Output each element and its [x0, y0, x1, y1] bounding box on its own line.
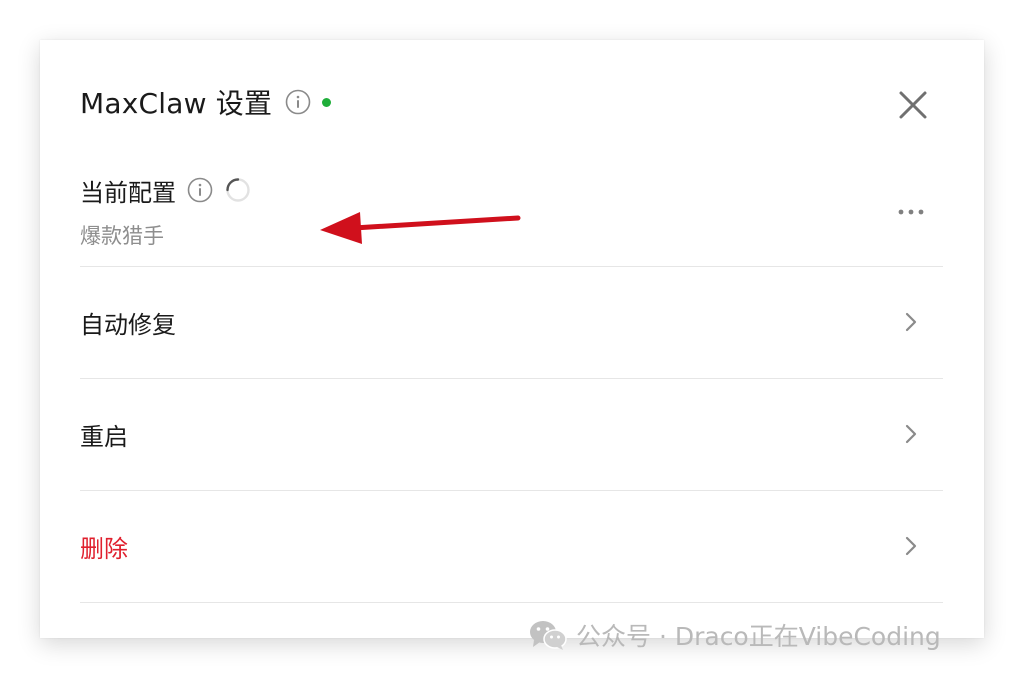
close-button[interactable] [896, 88, 930, 122]
close-icon [899, 91, 927, 119]
dialog-header: MaxClaw 设置 [80, 82, 332, 122]
watermark-text: 公众号 · Draco正在VibeCoding [576, 622, 941, 651]
menu-item-delete[interactable]: 删除 [80, 490, 943, 602]
menu-item-label: 自动修复 [80, 310, 176, 339]
config-info-icon[interactable] [186, 176, 214, 204]
menu-item-auto-repair[interactable]: 自动修复 [80, 266, 943, 378]
menu-item-label: 删除 [80, 534, 128, 563]
current-config-header: 当前配置 [80, 170, 252, 210]
more-button[interactable] [896, 200, 926, 224]
settings-dialog: MaxClaw 设置 当前配置 爆款猎手 自动修复 重启 删除 [40, 40, 984, 638]
menu-item-label: 重启 [80, 422, 128, 451]
current-config-label: 当前配置 [80, 178, 176, 207]
chevron-right-icon [901, 534, 921, 558]
wechat-icon [528, 618, 568, 652]
watermark: 公众号 · Draco正在VibeCoding [528, 617, 941, 653]
chevron-right-icon [901, 422, 921, 446]
loading-spinner-icon [224, 176, 252, 204]
current-config-value: 爆款猎手 [80, 224, 164, 248]
info-icon[interactable] [284, 88, 312, 116]
chevron-right-icon [901, 310, 921, 334]
divider [80, 602, 943, 603]
status-dot [322, 97, 332, 107]
dialog-title: MaxClaw 设置 [80, 87, 273, 120]
annotation-arrow [320, 212, 521, 244]
screenshot-stage: MaxClaw 设置 当前配置 爆款猎手 自动修复 重启 删除 公众号 · Dr… [0, 0, 1024, 678]
more-horizontal-icon [898, 209, 924, 215]
menu-item-restart[interactable]: 重启 [80, 378, 943, 490]
